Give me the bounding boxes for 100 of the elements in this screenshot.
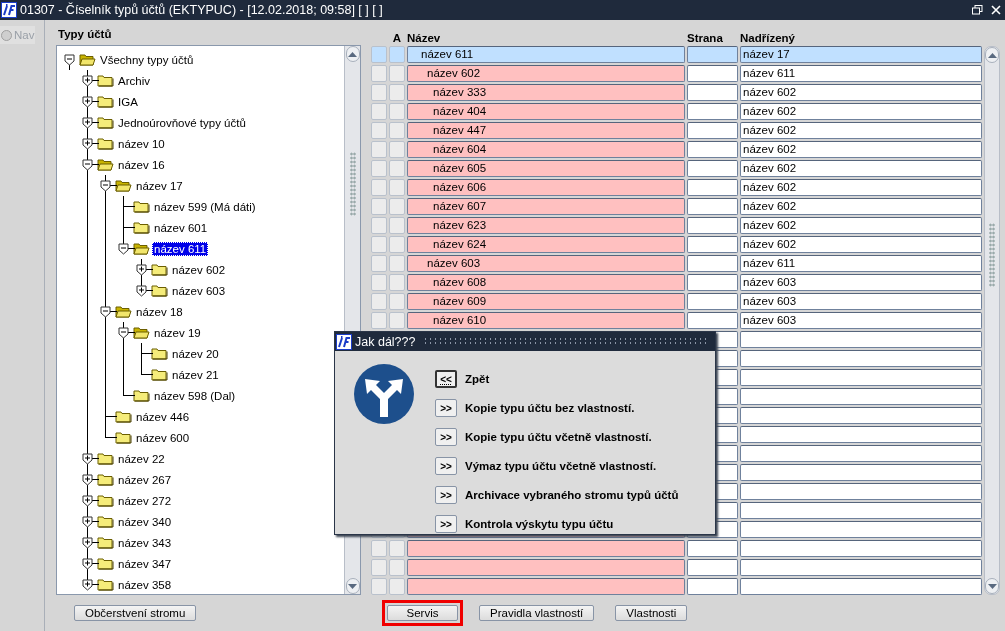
expand-icon[interactable] [82,75,93,87]
tree-item[interactable]: název 446 [134,409,192,424]
table-cell: název 604 [407,141,685,158]
expand-icon[interactable] [82,495,93,507]
row-selector-cell[interactable] [371,141,387,158]
row-selector-cell[interactable] [371,122,387,139]
option-button[interactable]: >> [435,486,457,504]
tree-item[interactable]: Jednoúrovňové typy účtů [116,115,248,130]
table-cell [687,578,738,595]
row-selector-cell[interactable] [371,103,387,120]
action-button[interactable]: Servis [387,605,458,621]
row-selector-cell[interactable] [371,255,387,272]
table-cell [687,122,738,139]
table-cell [389,274,405,291]
tree-item[interactable]: název 611 [152,241,209,256]
splitter-grip-icon[interactable] [989,223,995,287]
row-selector-cell[interactable] [371,84,387,101]
tree-item[interactable]: název 19 [152,325,203,340]
option-button[interactable]: >> [435,399,457,417]
tree-item[interactable]: název 358 [116,577,174,592]
tree-item[interactable]: název 10 [116,136,167,151]
tree-item[interactable]: IGA [116,94,140,109]
table-cell [687,84,738,101]
option-button[interactable]: >> [435,428,457,446]
tree-item[interactable]: název 603 [170,283,228,298]
scroll-down-button[interactable] [345,578,360,594]
refresh-tree-button[interactable]: Občerstvení stromu [74,605,197,621]
column-header: Název [407,32,442,44]
row-selector-cell[interactable] [371,274,387,291]
option-button[interactable]: >> [435,457,457,475]
action-button[interactable]: Vlastnosti [615,605,688,621]
expand-icon[interactable] [136,285,147,297]
row-selector-cell[interactable] [371,217,387,234]
scroll-down-button[interactable] [985,578,999,594]
expand-icon[interactable] [82,117,93,129]
expand-icon[interactable] [82,537,93,549]
tree-item[interactable]: název 343 [116,535,174,550]
table-cell [389,578,405,595]
collapse-icon[interactable] [118,327,129,339]
expand-icon[interactable] [82,96,93,108]
tree-item[interactable]: název 16 [116,157,167,172]
folder-icon [97,74,114,87]
expand-icon[interactable] [82,558,93,570]
tree-item[interactable]: název 599 (Má dáti) [152,199,258,214]
table-cell [687,255,738,272]
up-triangle-icon [987,52,997,58]
collapse-icon[interactable] [100,180,111,192]
folder-icon [151,284,168,297]
tree-item[interactable]: název 18 [134,304,185,319]
scroll-up-button[interactable] [345,46,360,62]
scrollbar[interactable] [984,46,1000,595]
table-cell: název 603 [407,255,685,272]
expand-icon[interactable] [82,138,93,150]
folder-icon [133,389,150,402]
collapse-icon[interactable] [100,306,111,318]
tree-item[interactable]: název 347 [116,556,174,571]
option-button[interactable]: << [435,370,457,388]
expand-icon[interactable] [136,264,147,276]
table-cell [389,540,405,557]
tree-item[interactable]: název 598 (Dal) [152,388,238,403]
tree-item[interactable]: název 267 [116,472,174,487]
expand-icon[interactable] [82,474,93,486]
tree-item[interactable]: název 340 [116,514,174,529]
table-cell: název 611 [740,255,982,272]
tree-item[interactable]: název 21 [170,367,221,382]
tree-item[interactable]: název 22 [116,451,167,466]
row-selector-cell[interactable] [371,160,387,177]
table-cell: název 611 [740,65,982,82]
expand-icon[interactable] [82,453,93,465]
splitter-grip-icon[interactable] [349,152,356,216]
tree-item[interactable]: název 20 [170,346,221,361]
tree-item[interactable]: název 600 [134,430,192,445]
tree-item[interactable]: název 601 [152,220,210,235]
row-selector-cell[interactable] [371,293,387,310]
tree-item[interactable]: název 602 [170,262,228,277]
action-button[interactable]: Pravidla vlastností [479,605,595,621]
table-cell [687,160,738,177]
option-button[interactable]: >> [435,515,457,533]
folder-icon [97,116,114,129]
table-cell [389,217,405,234]
down-triangle-icon [348,583,357,589]
row-selector-cell[interactable] [371,236,387,253]
collapse-icon[interactable] [82,159,93,171]
row-selector-cell[interactable] [371,198,387,215]
tree-item[interactable]: název 17 [134,178,185,193]
option-label: Zpět [465,373,490,385]
tree-item[interactable]: Archiv [116,73,152,88]
row-selector-cell[interactable] [371,46,387,63]
scroll-up-button[interactable] [985,47,999,63]
table-cell: název 17 [740,46,982,63]
folder-icon [115,431,132,444]
tree-item[interactable]: název 272 [116,493,174,508]
tree-item[interactable]: Všechny typy účtů [98,52,196,67]
row-selector-cell[interactable] [371,312,387,329]
row-selector-cell[interactable] [371,65,387,82]
collapse-icon[interactable] [64,54,75,66]
row-selector-cell[interactable] [371,179,387,196]
expand-icon[interactable] [82,516,93,528]
expand-icon[interactable] [82,579,93,591]
collapse-icon[interactable] [118,243,129,255]
